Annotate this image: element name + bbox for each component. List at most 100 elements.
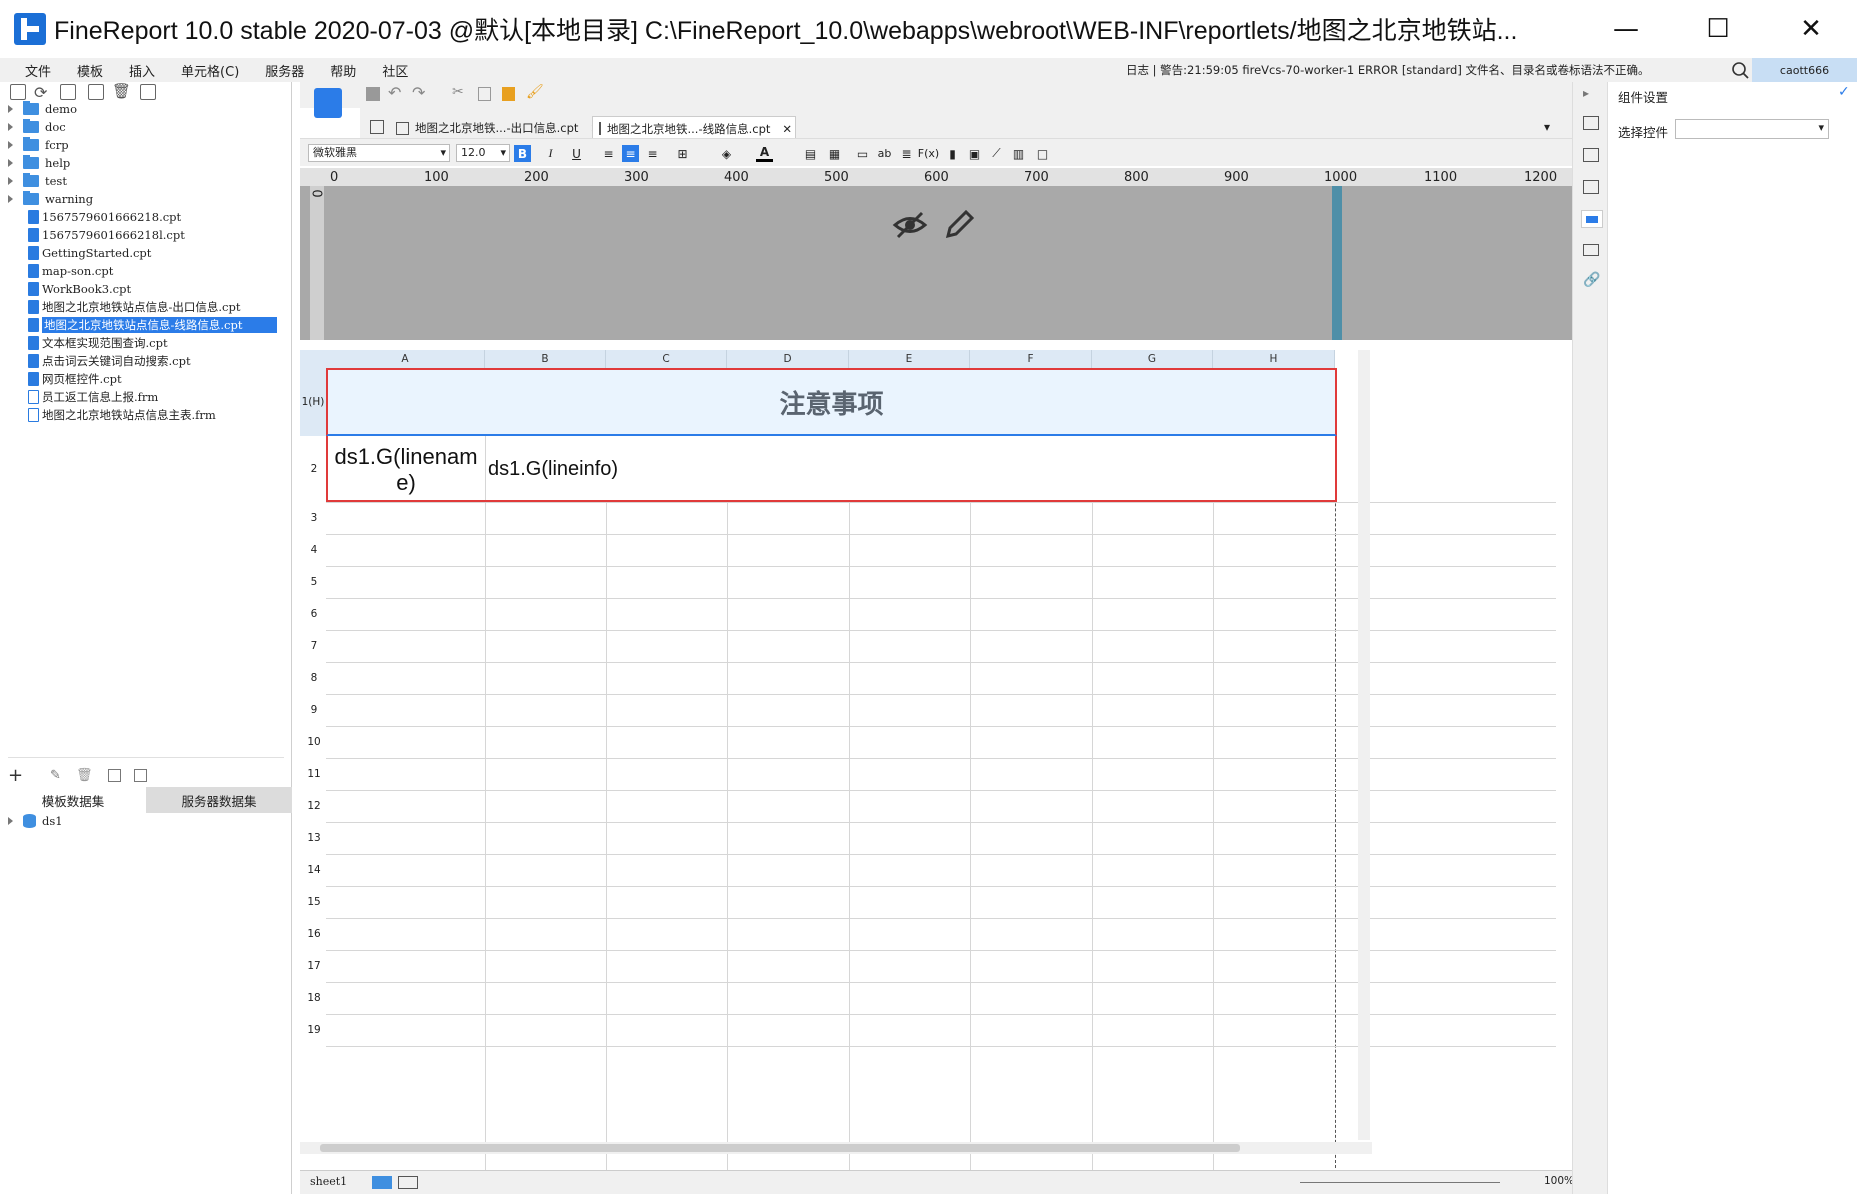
- delete-icon[interactable]: 🗑: [112, 82, 131, 100]
- file-item[interactable]: 地图之北京地铁站点信息-出口信息.cpt: [28, 298, 240, 316]
- row-header[interactable]: 15: [304, 886, 324, 918]
- row-header[interactable]: 9: [304, 694, 324, 726]
- tab-line-info[interactable]: 地图之北京地铁...-线路信息.cpt ✕: [592, 116, 796, 140]
- slash-icon[interactable]: ⟋: [988, 145, 1005, 162]
- font-family-select[interactable]: 微软雅黑 ▾: [308, 144, 450, 162]
- merge-icon[interactable]: ▤: [802, 145, 819, 162]
- cell-element-icon[interactable]: [1583, 148, 1599, 162]
- dataset-ds1[interactable]: ds1: [8, 812, 63, 830]
- font-size-select[interactable]: 12.0 ▾: [456, 144, 510, 162]
- maximize-button[interactable]: ☐: [1672, 0, 1764, 58]
- parameter-pane[interactable]: 0: [300, 186, 1572, 340]
- close-button[interactable]: ✕: [1765, 0, 1857, 58]
- add-dashboard-icon[interactable]: [398, 1176, 418, 1189]
- text-cell-icon[interactable]: ▭: [854, 145, 871, 162]
- row-header[interactable]: 4: [304, 534, 324, 566]
- menu-file[interactable]: 文件: [12, 61, 64, 80]
- collapse-icon[interactable]: ▸: [1583, 86, 1589, 100]
- menu-community[interactable]: 社区: [369, 61, 421, 80]
- table-icon[interactable]: ▦: [826, 145, 843, 162]
- chart-icon[interactable]: ▮: [944, 145, 961, 162]
- undo-icon[interactable]: ↶: [388, 83, 401, 102]
- row-header[interactable]: 5: [304, 566, 324, 598]
- border-icon[interactable]: ⊞: [674, 145, 691, 162]
- paste-icon[interactable]: [502, 87, 515, 101]
- close-tab-icon[interactable]: ✕: [782, 122, 792, 136]
- header-cell-notice[interactable]: 注意事项: [326, 368, 1337, 436]
- image-icon[interactable]: ▣: [966, 145, 983, 162]
- menu-cell[interactable]: 单元格(C): [168, 61, 252, 80]
- font-color-icon[interactable]: A: [756, 145, 773, 162]
- column-header[interactable]: C: [606, 350, 727, 368]
- format-painter-icon[interactable]: 🖌: [526, 84, 544, 100]
- file-item[interactable]: 员工返工信息上报.frm: [28, 388, 158, 406]
- row-header[interactable]: 2: [304, 436, 324, 502]
- lock-icon[interactable]: [88, 84, 104, 100]
- folder-fcrp[interactable]: fcrp: [8, 136, 69, 154]
- zoom-slider[interactable]: [1300, 1182, 1500, 1183]
- tab-template-datasets[interactable]: 模板数据集: [0, 787, 146, 813]
- param-width-marker[interactable]: [1332, 186, 1342, 340]
- edit-pencil-icon[interactable]: [944, 208, 976, 244]
- row-header[interactable]: 10: [304, 726, 324, 758]
- row-header[interactable]: 6: [304, 598, 324, 630]
- subreport-icon[interactable]: ▥: [1010, 145, 1027, 162]
- apply-check-icon[interactable]: ✓: [1838, 84, 1850, 100]
- row-header[interactable]: 8: [304, 662, 324, 694]
- formula-icon[interactable]: F(x): [918, 145, 939, 162]
- save-icon[interactable]: [366, 87, 380, 101]
- more-icon[interactable]: □: [1034, 145, 1051, 162]
- file-item[interactable]: GettingStarted.cpt: [28, 244, 151, 262]
- folder-demo[interactable]: demo: [8, 100, 77, 118]
- menu-help[interactable]: 帮助: [317, 61, 369, 80]
- copy-icon[interactable]: [140, 84, 156, 100]
- row-header[interactable]: 17: [304, 950, 324, 982]
- cut-icon[interactable]: ✂: [452, 84, 464, 100]
- horizontal-scrollbar[interactable]: [300, 1142, 1372, 1154]
- view-icon[interactable]: [60, 84, 76, 100]
- column-header[interactable]: B: [485, 350, 606, 368]
- select-all-corner[interactable]: [300, 350, 326, 368]
- fill-color-icon[interactable]: ◈: [718, 145, 735, 162]
- column-header[interactable]: F: [970, 350, 1092, 368]
- column-header[interactable]: A: [326, 350, 485, 368]
- column-header[interactable]: E: [849, 350, 970, 368]
- add-sheet-icon[interactable]: [372, 1176, 392, 1189]
- add-dataset-icon[interactable]: +: [8, 765, 23, 786]
- menu-server[interactable]: 服务器: [252, 61, 317, 80]
- cell-a2[interactable]: ds1.G(linename): [330, 444, 482, 496]
- row-header[interactable]: 18: [304, 982, 324, 1014]
- row-header[interactable]: 16: [304, 918, 324, 950]
- bold-button[interactable]: B: [514, 145, 531, 162]
- row-header[interactable]: 7: [304, 630, 324, 662]
- preview-icon[interactable]: [108, 769, 121, 782]
- underline-button[interactable]: U: [568, 145, 585, 162]
- file-item[interactable]: WorkBook3.cpt: [28, 280, 131, 298]
- row-header[interactable]: 19: [304, 1014, 324, 1046]
- search-icon[interactable]: [1730, 60, 1752, 80]
- column-header[interactable]: G: [1092, 350, 1213, 368]
- row-header[interactable]: 12: [304, 790, 324, 822]
- align-left-icon[interactable]: ≡: [600, 145, 617, 162]
- folder-help[interactable]: help: [8, 154, 70, 172]
- rich-text-icon[interactable]: ab: [876, 145, 893, 162]
- file-item[interactable]: 1567579601666218.cpt: [28, 208, 181, 226]
- float-element-icon[interactable]: [1583, 180, 1599, 194]
- file-item[interactable]: 文本框实现范围查询.cpt: [28, 334, 168, 352]
- align-center-icon[interactable]: ≡: [622, 145, 639, 162]
- hide-eye-icon[interactable]: [892, 210, 928, 244]
- column-header[interactable]: H: [1213, 350, 1335, 368]
- file-item[interactable]: 1567579601666218l.cpt: [28, 226, 185, 244]
- row-header[interactable]: 14: [304, 854, 324, 886]
- minimize-button[interactable]: —: [1580, 0, 1672, 58]
- file-item[interactable]: map-son.cpt: [28, 262, 113, 280]
- copy-icon[interactable]: [478, 87, 491, 101]
- tab-server-datasets[interactable]: 服务器数据集: [146, 787, 292, 813]
- row-header[interactable]: 13: [304, 822, 324, 854]
- widget-settings-icon[interactable]: [1581, 210, 1603, 228]
- sheet-tab[interactable]: sheet1: [310, 1175, 347, 1188]
- row-header[interactable]: 3: [304, 502, 324, 534]
- vertical-scrollbar[interactable]: [1358, 350, 1370, 1140]
- hyperlink-icon[interactable]: 🔗: [1583, 272, 1600, 288]
- align-right-icon[interactable]: ≡: [644, 145, 661, 162]
